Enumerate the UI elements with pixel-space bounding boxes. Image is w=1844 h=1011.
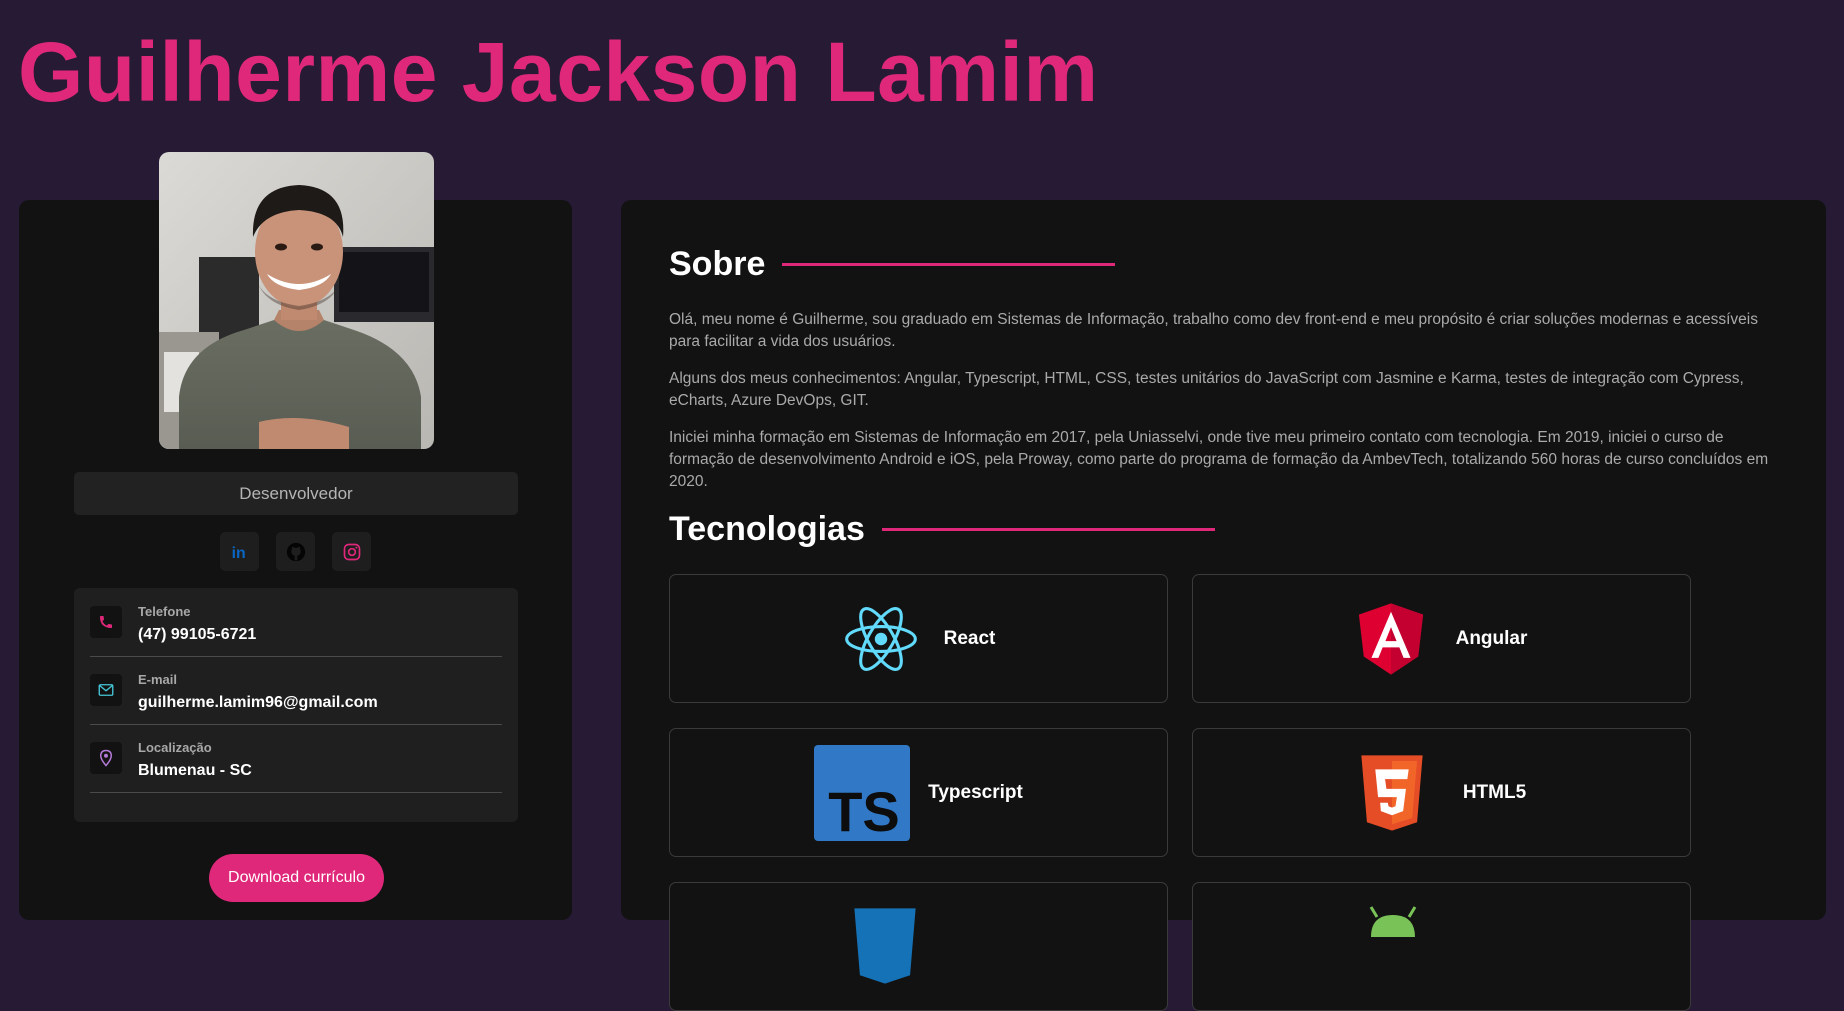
about-paragraph: Iniciei minha formação em Sistemas de In…: [669, 429, 1769, 490]
tech-name: Angular: [1455, 627, 1528, 649]
about-title: Sobre: [669, 245, 766, 283]
about-heading: Sobre: [669, 245, 1116, 284]
download-resume-button[interactable]: Download currículo: [209, 854, 384, 902]
css3-icon: [854, 908, 916, 984]
svg-text:TS: TS: [828, 780, 900, 841]
contact-location: Localização Blumenau - SC: [90, 724, 502, 793]
instagram-link[interactable]: [332, 532, 371, 571]
about-paragraph: Alguns dos meus conhecimentos: Angular, …: [669, 370, 1744, 409]
github-icon: [286, 542, 305, 561]
technologies-heading: Tecnologias: [669, 510, 1215, 549]
tech-card-css3: [669, 882, 1168, 1011]
social-links: in: [220, 532, 371, 571]
instagram-icon: [343, 543, 360, 560]
contact-list: Telefone (47) 99105-6721 E-mail guilherm…: [74, 588, 518, 822]
contact-email: E-mail guilherme.lamim96@gmail.com: [90, 656, 502, 725]
contact-value: Blumenau - SC: [138, 762, 252, 779]
svg-text:in: in: [231, 544, 245, 561]
heading-divider: [881, 528, 1215, 531]
react-icon: [844, 606, 917, 671]
typescript-icon: TS: [814, 744, 911, 841]
contact-value: guilherme.lamim96@gmail.com: [138, 694, 378, 711]
heading-divider: [782, 263, 1116, 266]
android-icon: [1369, 906, 1417, 937]
tech-card-html5: HTML5: [1192, 728, 1691, 857]
content-card: Sobre Olá, meu nome é Guilherme, sou gra…: [621, 200, 1826, 1011]
tech-name: HTML5: [1462, 781, 1527, 803]
location-icon: [90, 742, 122, 774]
contact-label: Telefone: [138, 604, 191, 619]
tech-card-android: [1192, 882, 1691, 1011]
role-label: Desenvolvedor: [74, 472, 518, 515]
tech-name: React: [943, 627, 996, 649]
mail-icon: [90, 674, 122, 706]
contact-label: E-mail: [138, 672, 178, 687]
technologies-title: Tecnologias: [669, 510, 865, 548]
linkedin-link[interactable]: in: [220, 532, 259, 571]
contact-phone: Telefone (47) 99105-6721: [90, 588, 502, 657]
tech-card-react: React: [669, 574, 1168, 703]
about-text: Olá, meu nome é Guilherme, sou graduado …: [669, 309, 1789, 508]
github-link[interactable]: [276, 532, 315, 571]
contact-value: (47) 99105-6721: [138, 626, 257, 643]
tech-card-angular: Angular: [1192, 574, 1691, 703]
contact-label: Localização: [138, 740, 212, 755]
tech-card-typescript: TS Typescript: [669, 728, 1168, 857]
profile-photo: [159, 152, 434, 449]
page-title: Guilherme Jackson Lamim: [18, 25, 1099, 119]
about-paragraph: Olá, meu nome é Guilherme, sou graduado …: [669, 311, 1758, 350]
html5-icon: [1361, 754, 1423, 831]
tech-name: Typescript: [928, 781, 1023, 803]
angular-icon: [1358, 602, 1423, 675]
linkedin-icon: in: [231, 544, 245, 561]
phone-icon: [90, 606, 122, 638]
